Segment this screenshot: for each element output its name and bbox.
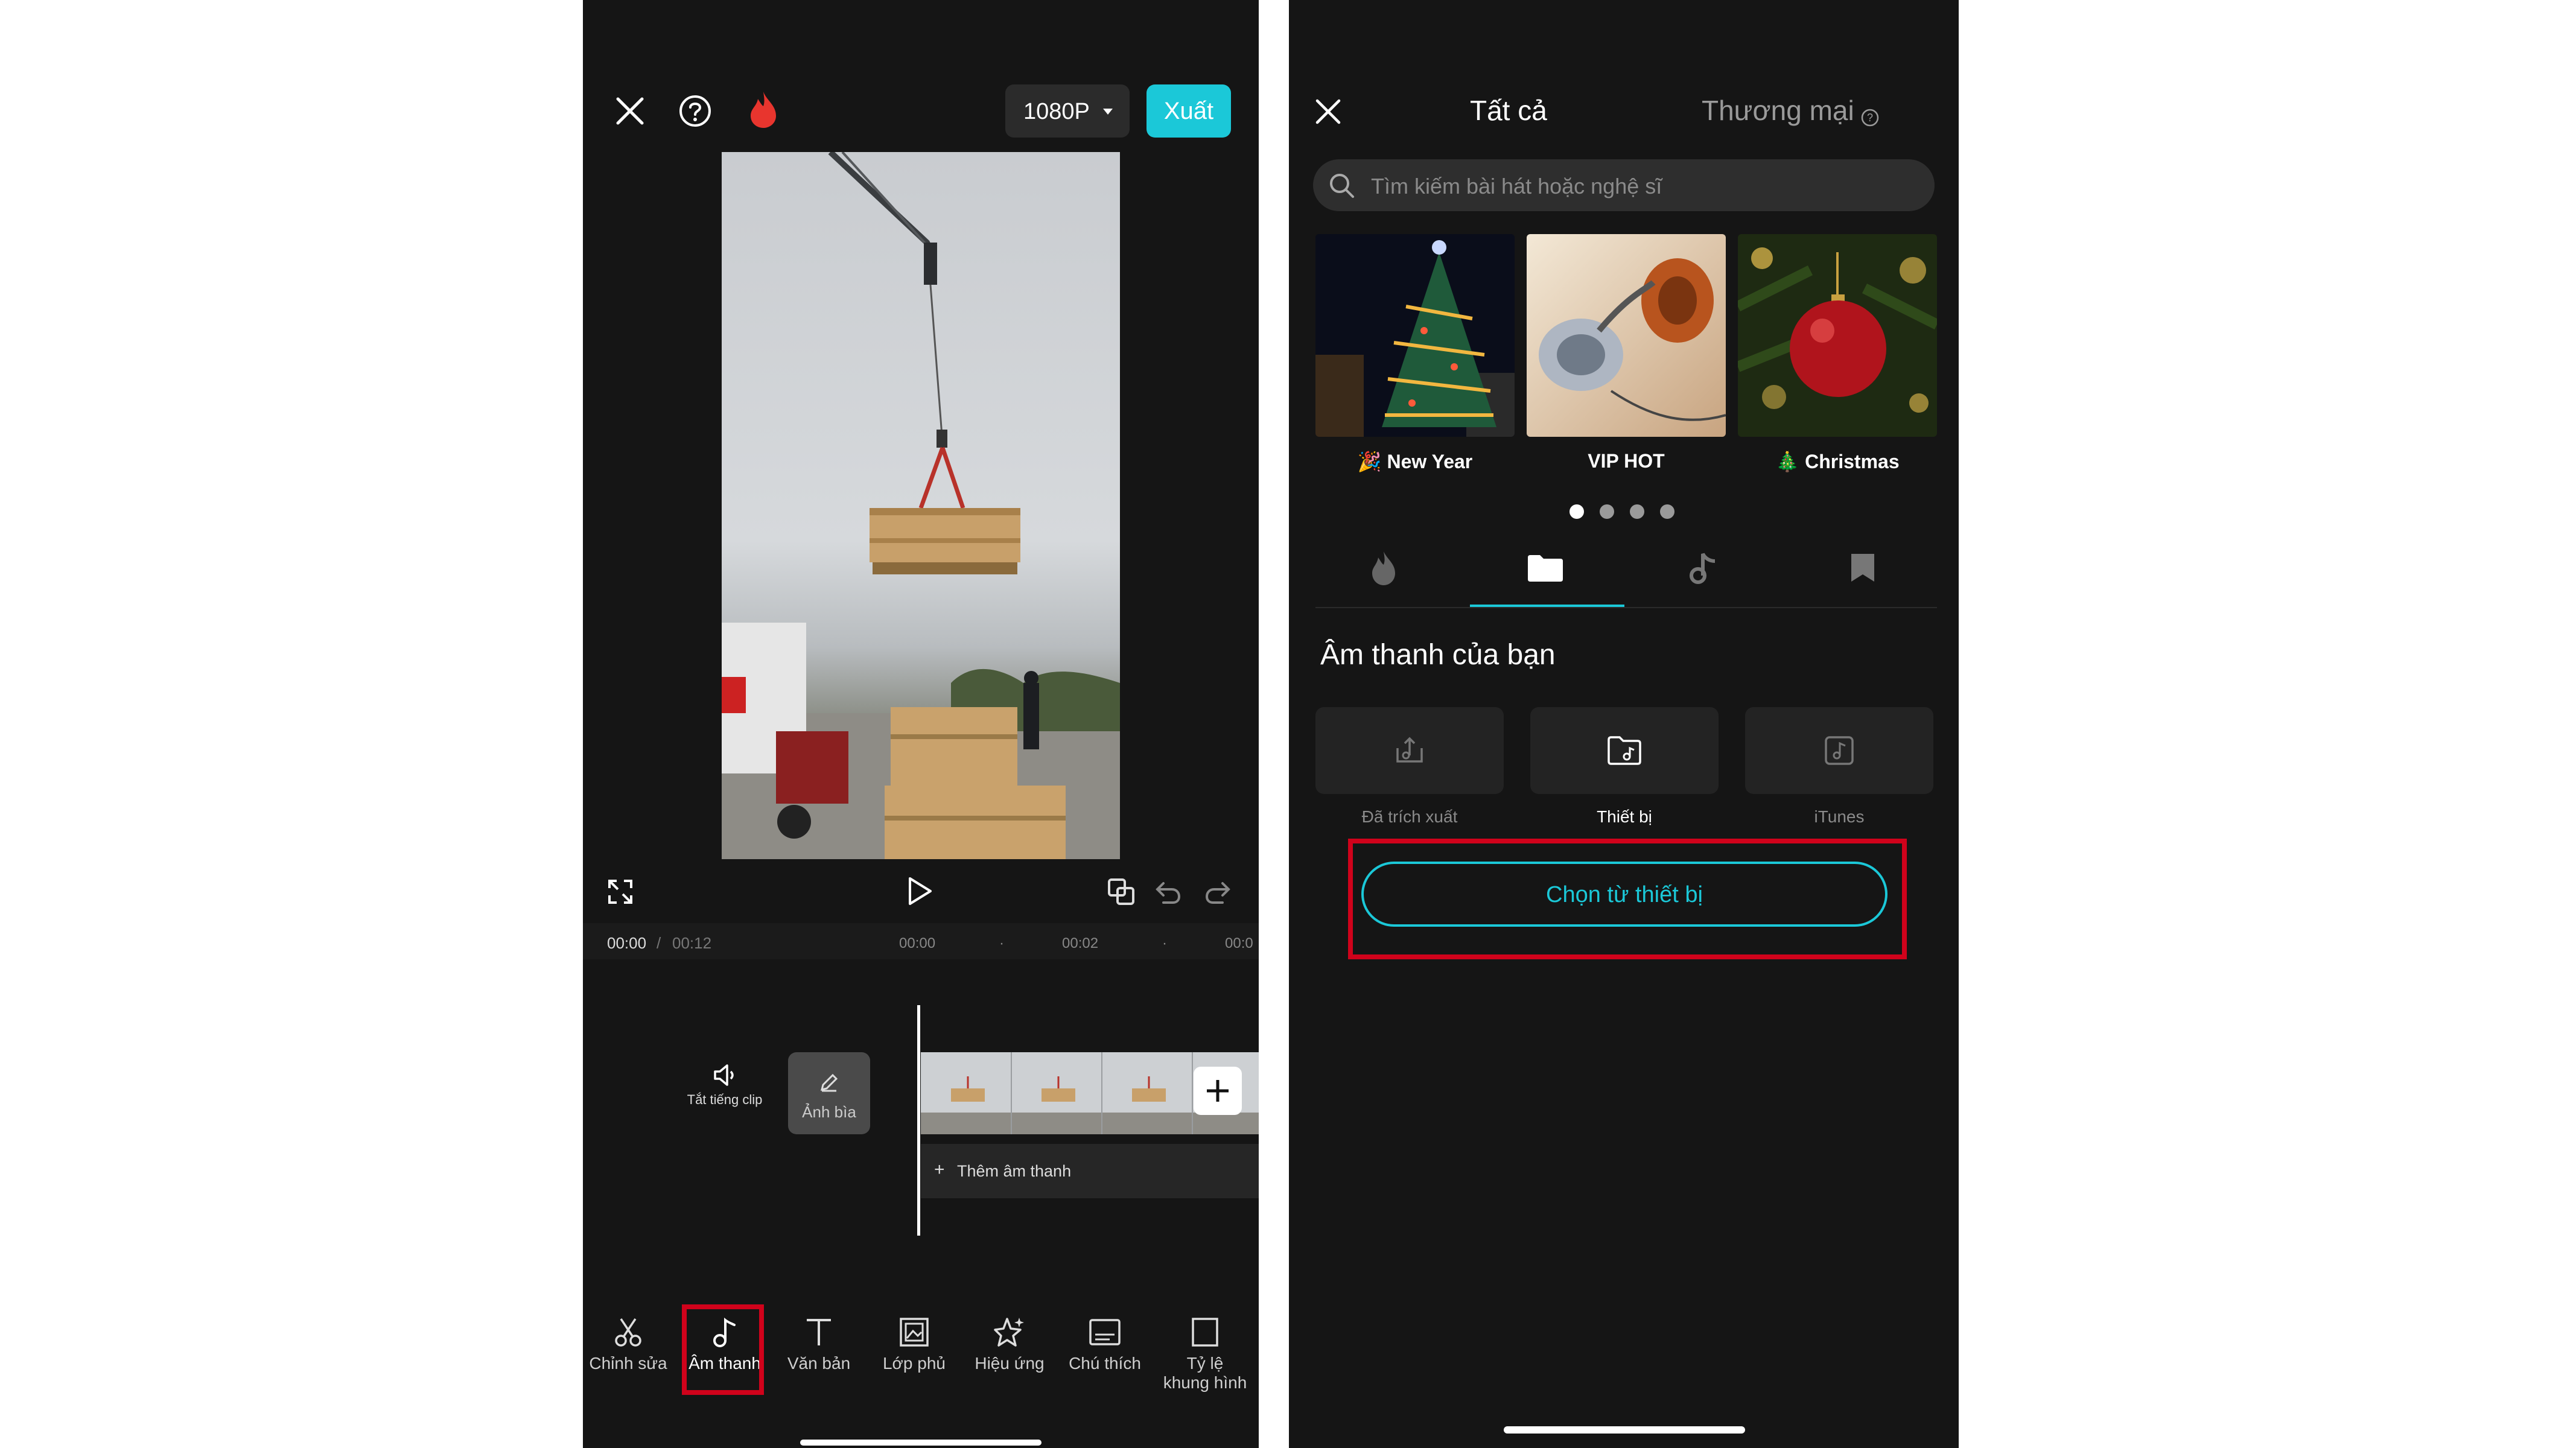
add-audio-label: Thêm âm thanh (957, 1162, 1072, 1180)
undo-icon[interactable] (1155, 878, 1181, 905)
card-label-new-year: 🎉 New Year (1315, 450, 1515, 473)
card-title: Christmas (1805, 451, 1900, 472)
card-title: VIP HOT (1588, 450, 1665, 472)
section-title: Âm thanh của bạn (1320, 639, 1556, 671)
ruler-tick: 00:00 (899, 935, 936, 951)
highlight-box-choose (1348, 839, 1907, 959)
pagination-dot[interactable] (1660, 504, 1674, 519)
source-extracted[interactable] (1315, 707, 1504, 794)
pencil-icon (820, 1073, 838, 1092)
captions-icon (1089, 1319, 1121, 1345)
tab-tiktok-icon[interactable] (1687, 551, 1717, 585)
music-picker-screen: Tất cả Thương mại ? Tìm kiếm bài hát hoặ… (1289, 0, 1959, 1448)
add-audio-track[interactable]: + Thêm âm thanh (921, 1144, 1259, 1198)
source-label: Đã trích xuất (1361, 807, 1458, 826)
pagination-dot[interactable] (1630, 504, 1644, 519)
tool-label: Tỷ lệ (1186, 1354, 1224, 1373)
tool-edit[interactable]: Chỉnh sửa (583, 1315, 673, 1373)
resolution-label: 1080P (1023, 99, 1090, 124)
party-emoji-icon: 🎉 (1357, 451, 1382, 472)
plus-icon: + (934, 1160, 945, 1180)
tool-label: Hiệu ứng (975, 1354, 1045, 1373)
highlight-box-audio (682, 1304, 764, 1395)
card-label-christmas: 🎄 Christmas (1738, 450, 1937, 473)
extract-icon (1396, 737, 1423, 763)
card-label-vip-hot: VIP HOT (1527, 450, 1726, 472)
source-itunes[interactable] (1745, 707, 1933, 794)
playhead[interactable] (917, 1005, 920, 1236)
tool-label: Lớp phủ (882, 1354, 946, 1373)
search-bar[interactable]: Tìm kiếm bài hát hoặc nghệ sĩ (1313, 159, 1935, 211)
help-icon[interactable] (678, 94, 712, 128)
overlay-icon (900, 1318, 929, 1347)
source-device[interactable] (1530, 707, 1719, 794)
plus-icon (1207, 1080, 1229, 1102)
tab-all[interactable]: Tất cả (1470, 94, 1547, 127)
info-icon: ? (1861, 109, 1879, 127)
card-title: New Year (1387, 451, 1473, 472)
source-label: Thiết bị (1597, 807, 1652, 826)
mute-clip-label: Tắt tiếng clip (687, 1092, 763, 1107)
tab-divider (1315, 607, 1937, 608)
chevron-down-icon (1103, 109, 1113, 115)
time-total: 00:12 (672, 934, 712, 952)
keyframe-icon[interactable] (1107, 877, 1136, 906)
mute-clip-button[interactable]: Tắt tiếng clip (685, 1062, 764, 1108)
tool-label: Chỉnh sửa (589, 1354, 667, 1373)
time-separator: / (657, 934, 661, 952)
export-label: Xuất (1163, 98, 1214, 124)
redo-icon[interactable] (1204, 878, 1231, 905)
speaker-icon (714, 1064, 734, 1086)
cover-button[interactable]: Ảnh bìa (788, 1052, 870, 1134)
tool-captions[interactable]: Chú thích (1060, 1315, 1150, 1373)
resolution-dropdown[interactable]: 1080P (1005, 84, 1130, 138)
ruler-dot: · (999, 935, 1004, 951)
tool-label: Chú thích (1069, 1354, 1141, 1373)
time-current: 00:00 (607, 934, 647, 952)
add-clip-button[interactable] (1194, 1067, 1242, 1115)
home-indicator (800, 1440, 1042, 1446)
text-icon (807, 1319, 831, 1345)
effects-star-icon (994, 1318, 1024, 1347)
ruler-dot: · (1162, 935, 1167, 951)
tree-emoji-icon: 🎄 (1775, 451, 1800, 472)
ruler-tick: 00:02 (1062, 935, 1099, 951)
editor-screen: 1080P Xuất 00:00 / 00:12 00:00 · 00:02 ·… (583, 0, 1259, 1448)
tool-aspect-ratio[interactable]: Tỷ lệ khung hình (1160, 1315, 1250, 1392)
close-icon[interactable] (1314, 98, 1342, 125)
tool-label: Văn bản (787, 1354, 851, 1373)
tool-label-line2: khung hình (1163, 1373, 1247, 1392)
tab-bookmark-icon[interactable] (1849, 551, 1877, 584)
pagination-dot[interactable] (1600, 504, 1614, 519)
playlist-card-vip-hot[interactable] (1527, 234, 1726, 437)
tab-commercial[interactable]: Thương mại ? (1702, 94, 1880, 127)
play-icon[interactable] (904, 876, 934, 906)
aspect-ratio-icon (1192, 1318, 1218, 1347)
home-indicator (1504, 1426, 1745, 1434)
close-icon[interactable] (614, 95, 646, 127)
tool-effects[interactable]: Hiệu ứng (964, 1315, 1055, 1373)
source-label: iTunes (1814, 807, 1865, 826)
tab-folder-icon[interactable] (1527, 554, 1564, 583)
playlist-card-new-year[interactable] (1315, 234, 1515, 437)
fullscreen-icon[interactable] (607, 878, 634, 905)
video-preview[interactable] (722, 152, 1120, 859)
search-icon (1330, 174, 1354, 198)
export-button[interactable]: Xuất (1146, 84, 1231, 138)
tool-text[interactable]: Văn bản (774, 1315, 864, 1373)
pagination-dot-active[interactable] (1569, 504, 1584, 519)
ruler-tick: 00:0 (1225, 935, 1253, 951)
itunes-icon (1825, 736, 1854, 765)
playlist-card-christmas[interactable] (1738, 234, 1937, 437)
tab-trending-flame-icon[interactable] (1369, 550, 1399, 586)
cover-label: Ảnh bìa (802, 1103, 856, 1121)
device-folder-icon (1608, 736, 1641, 765)
tab-commercial-label: Thương mại (1702, 95, 1854, 126)
svg-text:?: ? (1867, 112, 1873, 124)
search-placeholder: Tìm kiếm bài hát hoặc nghệ sĩ (1371, 174, 1662, 198)
tool-overlay[interactable]: Lớp phủ (869, 1315, 959, 1373)
scissors-icon (615, 1318, 641, 1347)
flame-icon[interactable] (747, 91, 780, 129)
